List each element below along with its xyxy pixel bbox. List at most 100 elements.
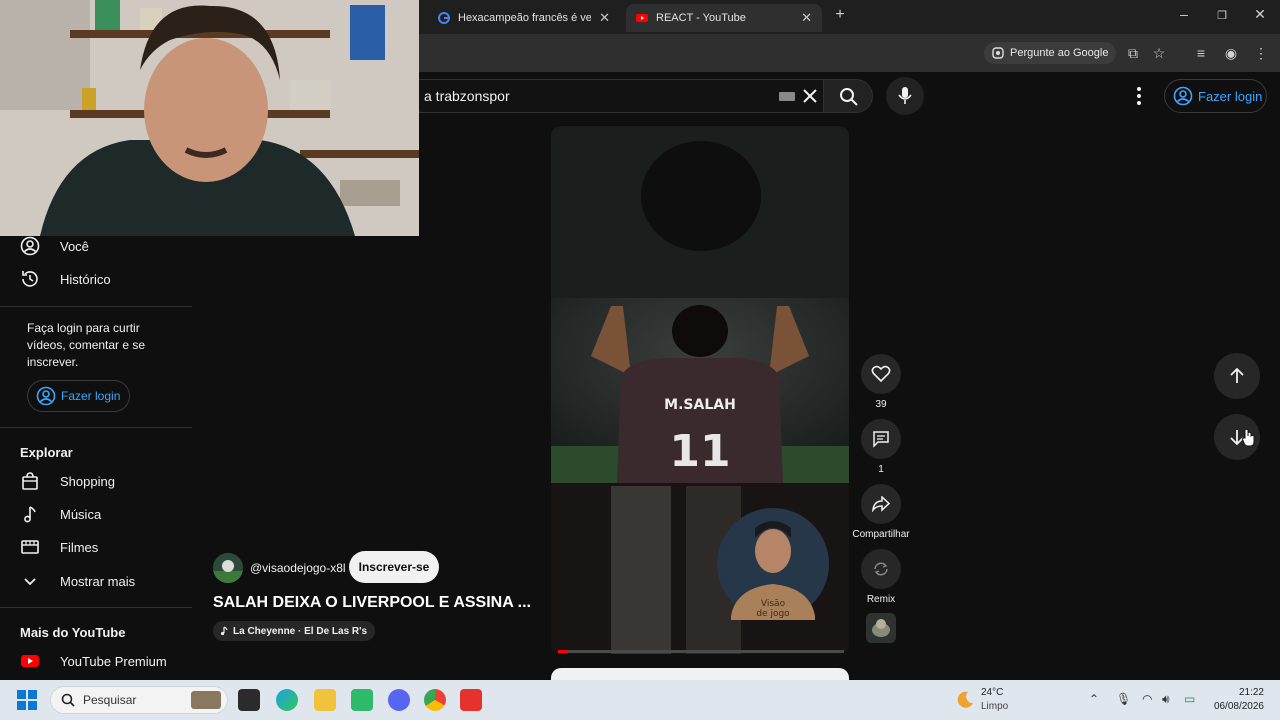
- like-button[interactable]: [861, 354, 901, 394]
- video-progress-track[interactable]: [558, 650, 844, 653]
- search-button[interactable]: [823, 79, 873, 113]
- music-track-label: La Cheyenne · El De Las R's: [233, 625, 368, 637]
- music-note-icon: [24, 506, 36, 523]
- channel-handle[interactable]: @visaodejogo-x8l: [250, 561, 346, 575]
- explore-heading: Explorar: [20, 445, 73, 460]
- browser-tab-google[interactable]: Hexacampeão francês é vendid ✕: [428, 4, 620, 32]
- music-chip[interactable]: La Cheyenne · El De Las R's: [213, 621, 376, 641]
- short-video-player[interactable]: M.SALAH 11 Visão de jogo: [551, 126, 849, 654]
- microphone-icon: [898, 87, 912, 104]
- music-note-icon: [221, 626, 228, 636]
- profile-icon[interactable]: ◉: [1222, 44, 1240, 62]
- taskbar-search-placeholder: Pesquisar: [83, 693, 137, 707]
- subscribe-button[interactable]: Inscrever-se: [349, 551, 439, 583]
- webcam-overlay: [0, 0, 419, 236]
- sidebar-item-shopping[interactable]: Shopping: [20, 465, 192, 497]
- sidebar-item-label: Você: [60, 238, 89, 254]
- tab-close-icon[interactable]: ✕: [801, 10, 812, 26]
- google-icon: [438, 12, 450, 24]
- sidebar-show-more[interactable]: Mostrar mais: [20, 565, 192, 597]
- tab-close-icon[interactable]: ✕: [599, 10, 610, 26]
- like-count: 39: [875, 399, 887, 410]
- install-app-icon[interactable]: ⧉: [1124, 44, 1142, 62]
- sign-in-label: Fazer login: [1198, 88, 1263, 104]
- pdf-app-icon[interactable]: [460, 689, 482, 711]
- chrome-menu-icon[interactable]: ⋮: [1252, 44, 1270, 62]
- discord-icon[interactable]: [388, 689, 410, 711]
- sidebar-divider: [0, 427, 192, 428]
- sidebar-sign-in-button[interactable]: Fazer login: [27, 380, 130, 412]
- badge-text-visao: Visão: [761, 599, 786, 609]
- channel-avatar[interactable]: [213, 553, 243, 583]
- login-prompt-text: Faça login para curtir vídeos, comentar …: [27, 321, 146, 369]
- restore-icon[interactable]: ❐: [1210, 9, 1234, 22]
- battery-icon[interactable]: ▭: [1184, 692, 1195, 706]
- history-icon: [22, 271, 38, 287]
- remix-icon: [874, 562, 888, 576]
- ask-google-label: Pergunte ao Google: [1010, 47, 1109, 59]
- comment-count: 1: [878, 464, 884, 475]
- account-circle-icon: [36, 386, 56, 406]
- account-circle-icon: [1173, 86, 1193, 106]
- search-input[interactable]: a trabzonspor: [405, 79, 823, 113]
- comment-icon: [873, 431, 889, 448]
- sidebar-item-youtube-premium[interactable]: YouTube Premium: [20, 645, 192, 677]
- previous-short-button[interactable]: [1214, 353, 1260, 399]
- taskbar-search-box[interactable]: Pesquisar: [50, 686, 228, 714]
- short-title[interactable]: SALAH DEIXA O LIVERPOOL E ASSINA ...: [213, 594, 531, 612]
- sidebar-item-label: Música: [60, 506, 102, 522]
- moon-weather-icon: [957, 691, 973, 708]
- youtube-premium-icon: [21, 655, 39, 667]
- more-from-youtube-heading: Mais do YouTube: [20, 625, 126, 640]
- sidebar-item-history[interactable]: Histórico: [20, 263, 192, 295]
- task-view-icon[interactable]: [238, 689, 260, 711]
- sidebar-item-music[interactable]: Música: [20, 498, 192, 530]
- share-button[interactable]: [861, 484, 901, 524]
- weather-temperature[interactable]: 24°C: [981, 687, 1003, 698]
- tab-title: Hexacampeão francês é vendid: [458, 12, 592, 24]
- shopping-bag-icon: [22, 472, 38, 490]
- bookmark-star-icon[interactable]: ☆: [1150, 44, 1168, 62]
- new-tab-icon[interactable]: +: [828, 6, 852, 24]
- clock-time[interactable]: 21:22: [1212, 687, 1264, 698]
- keyboard-icon[interactable]: [779, 92, 795, 101]
- weather-description[interactable]: Limpo: [981, 701, 1008, 712]
- minimize-icon[interactable]: –: [1172, 6, 1196, 22]
- chrome-icon[interactable]: [424, 689, 446, 711]
- window-close-icon[interactable]: ✕: [1248, 6, 1272, 23]
- clock-date[interactable]: 06/08/2026: [1204, 701, 1264, 712]
- badge-text-de-jogo: de jogo: [756, 609, 790, 619]
- wifi-icon[interactable]: ◠: [1142, 692, 1152, 706]
- comments-button[interactable]: [861, 419, 901, 459]
- browser-tab-youtube[interactable]: REACT - YouTube ✕: [626, 4, 822, 32]
- ask-google-button[interactable]: Pergunte ao Google: [984, 42, 1117, 64]
- mouse-pointer-icon: [1242, 428, 1255, 447]
- voice-search-button[interactable]: [886, 77, 924, 115]
- share-icon: [872, 496, 890, 512]
- sign-in-button[interactable]: Fazer login: [1164, 79, 1267, 113]
- search-icon: [840, 88, 858, 106]
- lens-icon: [992, 47, 1004, 59]
- reading-list-icon[interactable]: ≡: [1192, 44, 1210, 62]
- app-icon[interactable]: [351, 689, 373, 711]
- heart-icon: [871, 365, 891, 383]
- sidebar-item-label: Mostrar mais: [60, 573, 136, 589]
- jersey-name-text: M.SALAH: [664, 397, 736, 413]
- windows-start-icon[interactable]: [17, 690, 37, 710]
- microphone-tray-icon[interactable]: 🎙︎: [1116, 692, 1131, 706]
- chevron-down-icon: [24, 578, 36, 586]
- sidebar-item-movies[interactable]: Filmes: [20, 531, 192, 563]
- tray-expand-icon[interactable]: ⌃: [1089, 692, 1099, 706]
- settings-menu-icon[interactable]: [1131, 84, 1147, 108]
- search-highlight-image: [191, 691, 221, 709]
- clear-search-icon[interactable]: [803, 89, 817, 103]
- volume-icon[interactable]: 🔊︎: [1162, 692, 1170, 707]
- short-video-frame: M.SALAH 11 Visão de jogo: [551, 126, 849, 654]
- sound-thumbnail[interactable]: [866, 613, 896, 643]
- file-explorer-icon[interactable]: [314, 689, 336, 711]
- streamer-camera-image: [0, 0, 419, 236]
- remix-button[interactable]: [861, 549, 901, 589]
- sidebar-item-you[interactable]: Você: [20, 230, 192, 262]
- edge-browser-icon[interactable]: [276, 689, 298, 711]
- share-label: Compartilhar: [852, 529, 910, 540]
